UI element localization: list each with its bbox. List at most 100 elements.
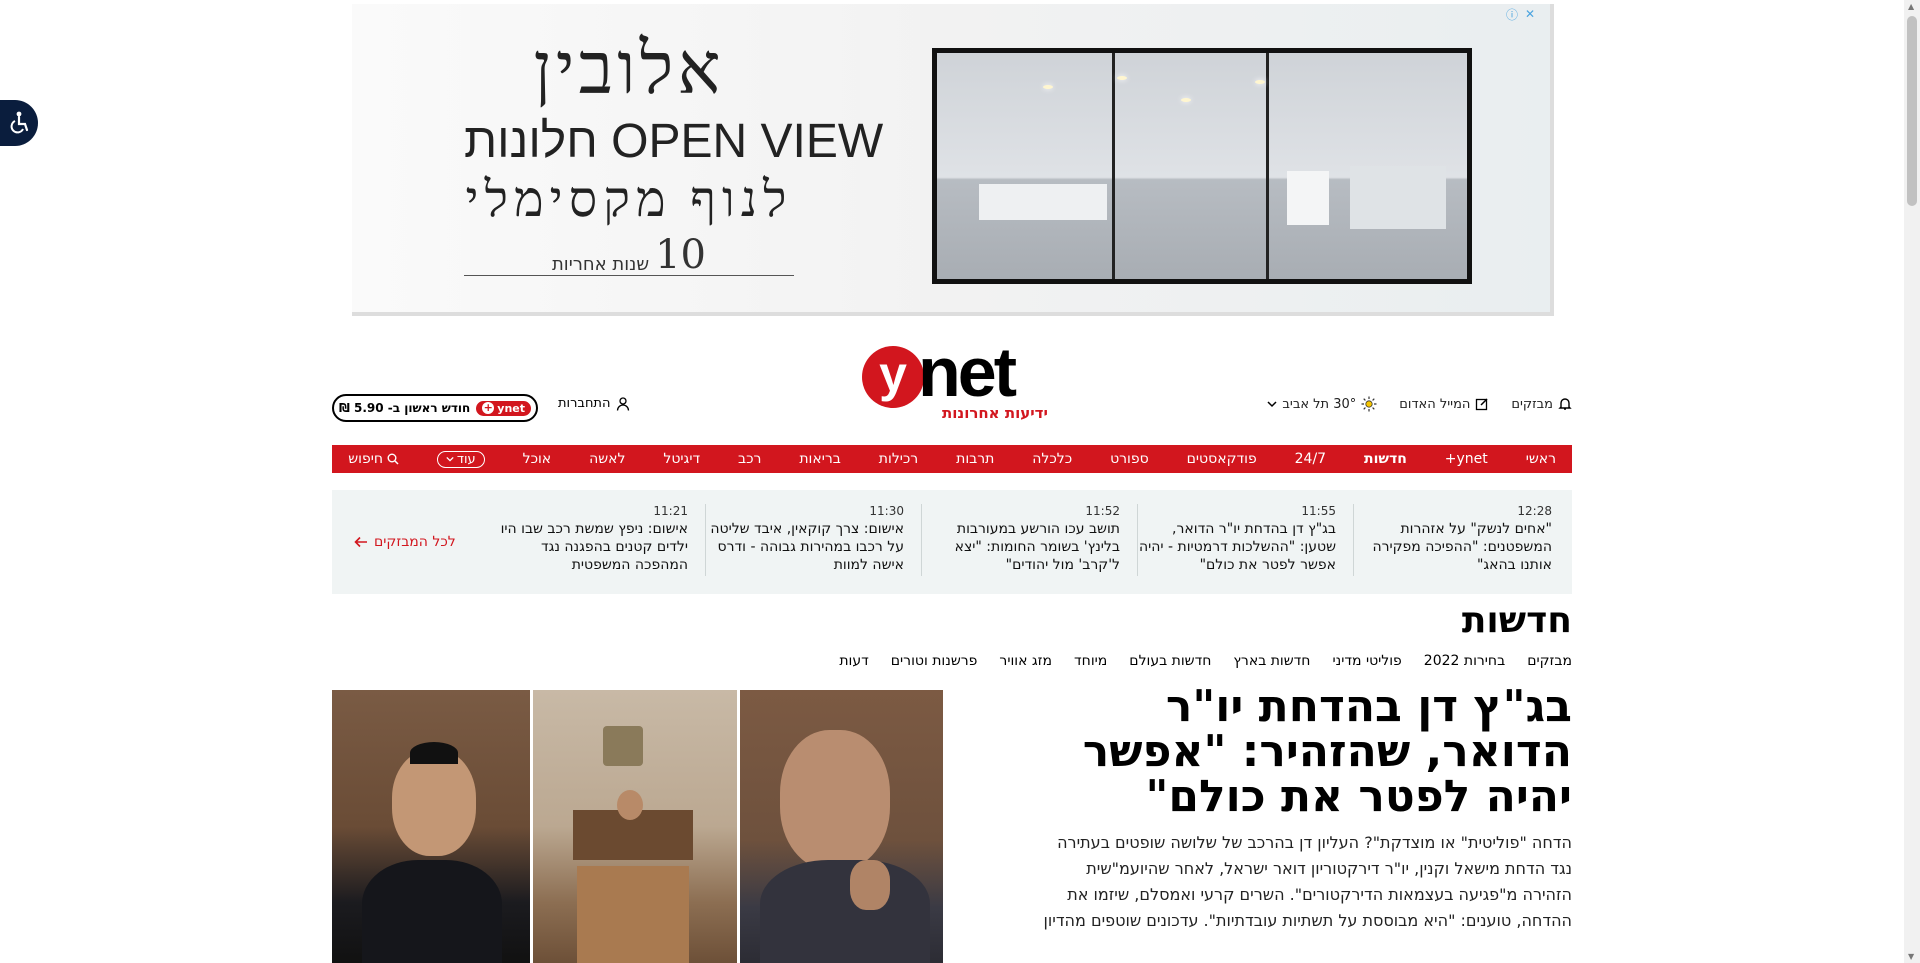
subnav-item[interactable]: פרשנות וטורים [891,653,978,669]
breaking-item[interactable]: 11:52 תושב עכו הורשע במעורבות בלינץ' בשו… [920,504,1120,580]
nav-item-sport[interactable]: ספורט [1110,451,1149,467]
ad-headline: חלונות OPEN VIEW [464,115,884,168]
breaking-item[interactable]: 11:55 בג"ץ דן בהדחת יו"ר הדואר, שטען: "ה… [1136,504,1336,580]
ad-choices[interactable]: ⓘ ✕ [1504,6,1538,22]
nav-item-podcasts[interactable]: פודקאסטים [1187,451,1257,467]
scroll-down-icon[interactable]: ▼ [1908,952,1914,961]
photo-panel [332,690,530,963]
lead-description[interactable]: הדחה "פוליטית" או מוצדקת"? העליון דן בהר… [1032,830,1572,934]
subnav-item[interactable]: פוליטי מדיני [1332,653,1401,669]
login-link[interactable]: התחברות [558,396,630,411]
subnav-item[interactable]: דעות [839,653,868,669]
ad-tagline: לנוף מקסימלי [465,171,793,227]
ad-brand: אלובין [533,26,725,110]
divider [1353,504,1354,576]
nav-search[interactable]: חיפוש [348,451,399,467]
subnav-item[interactable]: מיוחד [1074,653,1107,669]
chevron-down-icon [1267,401,1277,408]
divider [1137,504,1138,576]
nav-item-economy[interactable]: כלכלה [1032,451,1072,467]
breaking-time: 12:28 [1517,504,1552,518]
arrow-left-icon [354,536,367,548]
nav-more-button[interactable]: עוד [436,450,485,468]
ad-warranty: שנות אחריות 10 [464,235,794,276]
breaking-title: אישום: צרך קוקאין, איבד שליטה על רכבו במ… [710,521,904,573]
subscribe-button[interactable]: ynet + חודש ראשון ב- 5.90 ₪ [332,394,538,422]
logo-net: net [918,333,1017,411]
user-icon [617,396,630,411]
accessibility-button[interactable] [0,100,38,146]
ad-text-block: אלובין חלונות OPEN VIEW לנוף מקסימלי [464,26,884,228]
nav-item-home[interactable]: ראשי [1526,451,1556,467]
breaking-title: בג"ץ דן בהדחת יו"ר הדואר, שטען: "ההשלכות… [1138,521,1336,573]
breaking-time: 11:30 [869,504,904,518]
all-breaking-label: לכל המבזקים [374,534,456,550]
subscribe-badge: ynet + [476,400,532,416]
nav-more-label: עוד [456,451,476,467]
plus-icon: + [482,401,495,414]
subnav-item[interactable]: מבזקים [1527,653,1572,669]
nav-search-label: חיפוש [348,451,383,467]
subscribe-badge-label: ynet [497,401,526,415]
logo-y: y [862,346,924,408]
lead-image[interactable] [332,690,943,963]
red-mail-link[interactable]: המייל האדום [1399,397,1489,412]
sun-icon [1361,396,1377,412]
chevron-down-icon [446,456,454,462]
alerts-link[interactable]: מבזקים [1511,397,1572,412]
nav-item-gossip[interactable]: רכילות [879,451,918,467]
breaking-time: 11:21 [653,504,688,518]
wheelchair-icon [10,111,29,134]
subnav-item[interactable]: חדשות בעולם [1129,653,1211,669]
breaking-title: "אחים לנשק" על אזהרות המשפטנים: "ההפיכה … [1372,521,1552,573]
ad-close-icon[interactable]: ✕ [1522,6,1538,22]
advertisement-banner[interactable]: ⓘ ✕ אלובין חלונות OPEN VIEW לנוף מקסימלי… [352,4,1554,316]
weather-label: 30° תל אביב [1282,396,1357,412]
ad-info-icon[interactable]: ⓘ [1504,6,1520,22]
edit-icon [1476,398,1488,411]
breaking-time: 11:52 [1085,504,1120,518]
red-mail-label: המייל האדום [1399,396,1471,412]
ad-room-photo [932,48,1472,284]
ynet-logo[interactable]: y net ידיעות אחרונות [862,333,1048,422]
breaking-title: תושב עכו הורשע במעורבות בלינץ' בשומר החו… [954,521,1120,573]
nav-item-ynet-plus[interactable]: ynet+ [1445,451,1488,467]
main-nav: ראשי ynet+ חדשות 24/7 פודקאסטים ספורט כל… [332,445,1572,473]
all-breaking-link[interactable]: לכל המבזקים [354,534,456,550]
divider [921,504,922,576]
lead-headline[interactable]: בג"ץ דן בהדחת יו"ר הדואר, שהזהיר: "אפשר … [1032,684,1572,819]
nav-item-culture[interactable]: תרבות [956,451,994,467]
logo-subtitle: ידיעות אחרונות [942,404,1048,422]
subscribe-text: חודש ראשון ב- 5.90 ₪ [338,401,471,415]
bell-icon [1558,398,1572,410]
alerts-label: מבזקים [1511,396,1553,412]
section-subnav: מבזקים בחירות 2022 פוליטי מדיני חדשות בא… [839,653,1572,669]
nav-item-news[interactable]: חדשות [1364,451,1407,467]
nav-item-women[interactable]: לאשה [589,451,625,467]
breaking-item[interactable]: 11:30 אישום: צרך קוקאין, איבד שליטה על ר… [704,504,904,580]
section-title: חדשות [1461,600,1572,641]
breaking-item[interactable]: 12:28 "אחים לנשק" על אזהרות המשפטנים: "ה… [1352,504,1552,580]
breaking-news-strip: 12:28 "אחים לנשק" על אזהרות המשפטנים: "ה… [332,490,1572,594]
nav-item-cars[interactable]: רכב [738,451,761,467]
nav-item-digital[interactable]: דיגיטל [663,451,700,467]
photo-panel [533,690,737,963]
nav-item-food[interactable]: אוכל [523,451,552,467]
divider [705,504,706,576]
ad-warranty-text: שנות אחריות [551,254,650,275]
nav-item-24-7[interactable]: 24/7 [1295,451,1326,467]
page-scrollbar[interactable]: ▲ ▼ [1904,0,1920,963]
scroll-up-icon[interactable]: ▲ [1908,2,1914,11]
login-label: התחברות [558,396,611,411]
breaking-item[interactable]: 11:21 אישום: ניפץ שמשת רכב שבו היו ילדים… [488,504,688,580]
weather-widget[interactable]: 30° תל אביב [1267,396,1377,412]
photo-panel [740,690,943,963]
header-utilities: מבזקים המייל האדום 30° תל אביב [1267,396,1572,412]
subnav-item[interactable]: בחירות 2022 [1424,653,1505,669]
subnav-item[interactable]: מזג אוויר [999,653,1052,669]
nav-item-health[interactable]: בריאות [799,451,841,467]
search-icon [387,453,399,465]
subnav-item[interactable]: חדשות בארץ [1233,653,1310,669]
scrollbar-thumb[interactable] [1907,16,1917,206]
breaking-title: אישום: ניפץ שמשת רכב שבו היו ילדים קטנים… [500,521,688,573]
